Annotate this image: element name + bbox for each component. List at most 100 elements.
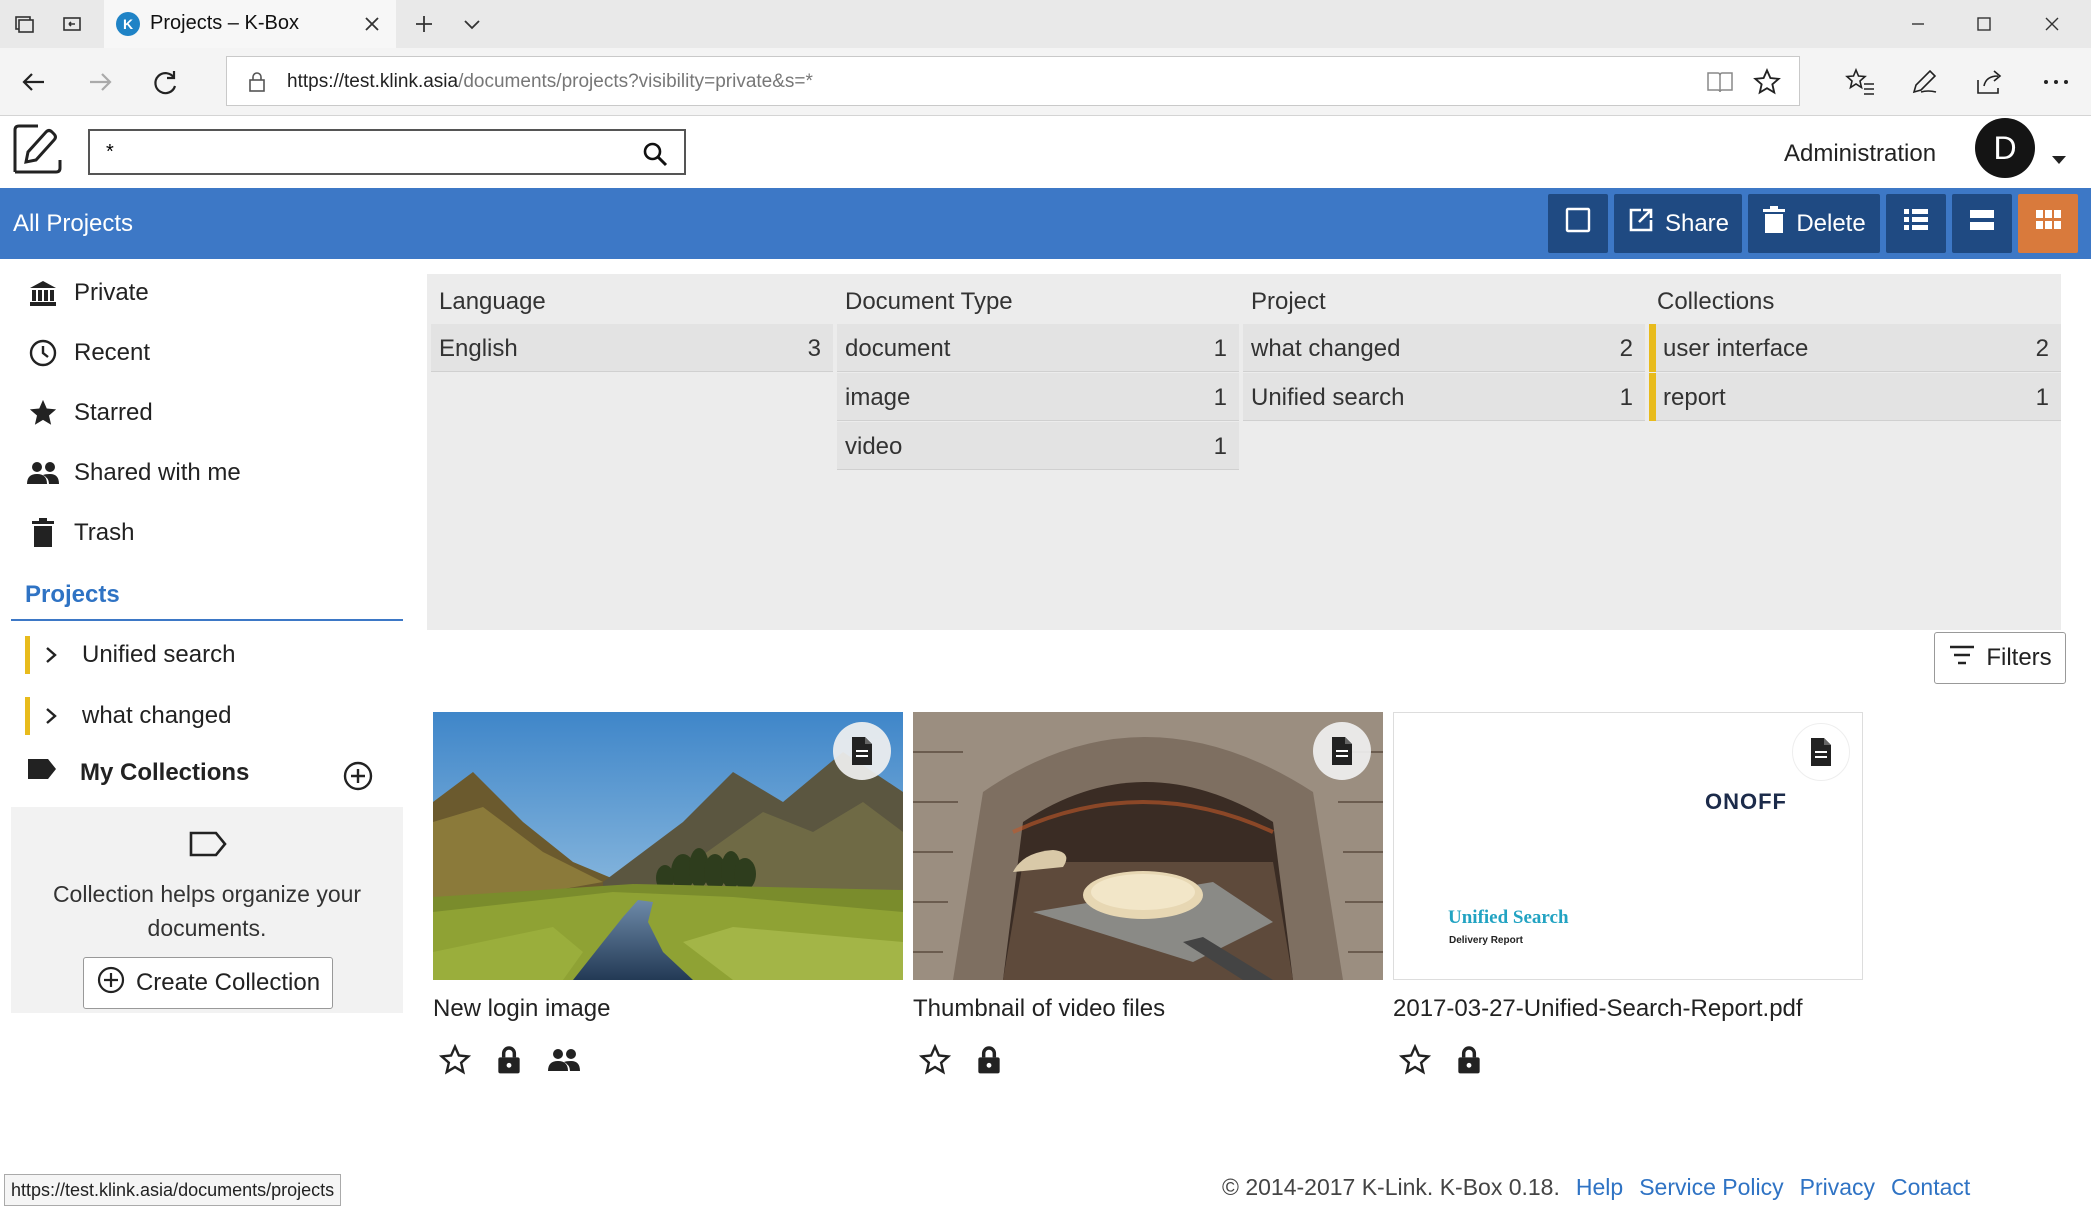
facet-option[interactable]: English 3 — [431, 324, 833, 372]
search-icon[interactable] — [642, 141, 668, 172]
document-actions — [1398, 1043, 1485, 1081]
back-arrow-icon[interactable] — [14, 62, 54, 102]
close-window-icon[interactable] — [2032, 10, 2072, 38]
projects-divider — [11, 619, 403, 621]
privacy-link[interactable]: Privacy — [1800, 1174, 1875, 1200]
sidebar-item-starred[interactable]: Starred — [26, 393, 153, 433]
document-thumbnail[interactable]: ONOFF Unified Search Delivery Report — [1393, 712, 1863, 980]
share-label: Share — [1664, 209, 1730, 237]
administration-link[interactable]: Administration — [1784, 140, 1936, 168]
details-view-button[interactable] — [1886, 194, 1946, 253]
document-type-icon — [833, 722, 891, 780]
help-link[interactable]: Help — [1576, 1174, 1623, 1200]
document-title[interactable]: 2017-03-27-Unified-Search-Report.pdf — [1393, 995, 1803, 1023]
new-tab-icon[interactable] — [410, 10, 438, 38]
tiles-view-button[interactable] — [2018, 194, 2078, 253]
my-collections-label: My Collections — [80, 758, 250, 786]
facet-option[interactable]: what changed 2 — [1243, 324, 1645, 372]
url-field[interactable]: https://test.klink.asia/documents/projec… — [226, 56, 1800, 106]
document-thumbnail[interactable] — [433, 712, 903, 980]
refresh-icon[interactable] — [146, 62, 186, 102]
sidebar-item-label: Recent — [74, 339, 151, 366]
document-title[interactable]: Thumbnail of video files — [913, 995, 1165, 1023]
facet-option-count: 1 — [1619, 384, 1633, 411]
filters-label: Filters — [1986, 644, 2052, 671]
favorite-star-icon[interactable] — [1753, 68, 1781, 101]
close-tab-icon[interactable] — [358, 10, 386, 38]
sidebar-project-what-changed[interactable]: what changed — [25, 697, 231, 735]
facet-option-count: 1 — [1213, 384, 1227, 411]
facet-heading: Project — [1251, 288, 1326, 315]
document-thumbnail[interactable] — [913, 712, 1383, 980]
set-aside-tabs-icon[interactable] — [58, 10, 86, 38]
document-title[interactable]: New login image — [433, 995, 610, 1023]
facet-option[interactable]: image 1 — [837, 373, 1239, 421]
people-icon — [26, 456, 60, 490]
delete-label: Delete — [1796, 209, 1866, 237]
select-all-button[interactable] — [1548, 194, 1608, 253]
star-outline-icon[interactable] — [1398, 1043, 1432, 1081]
search-input[interactable] — [106, 139, 626, 165]
facet-option-count: 2 — [1619, 335, 1633, 362]
contact-link[interactable]: Contact — [1891, 1174, 1970, 1200]
projects-heading[interactable]: Projects — [25, 581, 120, 609]
minimize-window-icon[interactable] — [1898, 10, 1938, 38]
add-collection-icon[interactable] — [342, 760, 374, 797]
facet-option[interactable]: document 1 — [837, 324, 1239, 372]
reading-view-icon[interactable] — [1705, 69, 1735, 100]
more-menu-icon[interactable] — [2036, 62, 2076, 102]
create-collection-button[interactable]: Create Collection — [83, 957, 333, 1009]
trash-icon — [1762, 206, 1786, 241]
facet-option[interactable]: Unified search 1 — [1243, 373, 1645, 421]
delete-button[interactable]: Delete — [1748, 194, 1880, 253]
star-outline-icon[interactable] — [918, 1043, 952, 1081]
share-button[interactable]: Share — [1614, 194, 1742, 253]
my-collections-heading[interactable]: My Collections — [26, 757, 249, 788]
facet-option[interactable]: video 1 — [837, 422, 1239, 470]
search-box — [88, 129, 686, 175]
k-box-logo-icon[interactable] — [12, 122, 64, 176]
facet-heading: Language — [439, 288, 546, 315]
filter-lines-icon — [1948, 644, 1976, 673]
share-page-icon[interactable] — [1970, 62, 2010, 102]
facets-panel: Language English 3 Document Type documen… — [427, 274, 2061, 630]
facet-heading: Collections — [1657, 288, 1775, 315]
facet-option[interactable]: report 1 — [1649, 373, 2061, 421]
star-outline-icon[interactable] — [438, 1043, 472, 1081]
sidebar-item-trash[interactable]: Trash — [26, 513, 134, 553]
sidebar-item-shared[interactable]: Shared with me — [26, 453, 241, 493]
facet-option-count: 1 — [1213, 335, 1227, 362]
facet-option[interactable]: user interface 2 — [1649, 324, 2061, 372]
web-note-pen-icon[interactable] — [1904, 62, 1944, 102]
user-menu-caret-icon[interactable] — [2052, 156, 2066, 164]
cards-view-button[interactable] — [1952, 194, 2012, 253]
facet-option-label: image — [845, 384, 911, 411]
tab-actions-icon[interactable] — [10, 10, 38, 38]
trash-icon — [26, 516, 60, 550]
maximize-window-icon[interactable] — [1964, 10, 2004, 38]
share-external-icon — [1627, 206, 1655, 241]
chevron-right-icon[interactable] — [44, 645, 64, 665]
k-box-favicon-icon: K — [116, 12, 140, 36]
list-view-icon — [1902, 207, 1930, 240]
forward-arrow-icon[interactable] — [80, 62, 120, 102]
tab-preview-chevron-icon[interactable] — [458, 10, 486, 38]
sidebar: Private Recent Starred Shared with me Tr… — [0, 259, 410, 1159]
filters-button[interactable]: Filters — [1934, 632, 2066, 684]
sidebar-item-private[interactable]: Private — [26, 273, 149, 313]
sidebar-item-label: Private — [74, 279, 149, 306]
create-collection-label: Create Collection — [135, 969, 321, 996]
favorites-hub-icon[interactable] — [1840, 62, 1880, 102]
collections-empty-state: Collection helps organize your documents… — [11, 807, 403, 1013]
avatar[interactable]: D — [1975, 118, 2035, 178]
chevron-right-icon[interactable] — [44, 706, 64, 726]
project-label: what changed — [82, 702, 232, 729]
tab-title: Projects – K-Box — [150, 12, 299, 34]
sidebar-item-recent[interactable]: Recent — [26, 333, 150, 373]
app-header: Administration — [0, 116, 2091, 188]
lock-icon — [493, 1044, 525, 1081]
tab-projects[interactable]: K Projects – K-Box — [104, 0, 396, 48]
service-policy-link[interactable]: Service Policy — [1639, 1174, 1783, 1200]
sidebar-project-unified-search[interactable]: Unified search — [25, 636, 235, 674]
thumb-subheading: Delivery Report — [1449, 935, 1523, 946]
